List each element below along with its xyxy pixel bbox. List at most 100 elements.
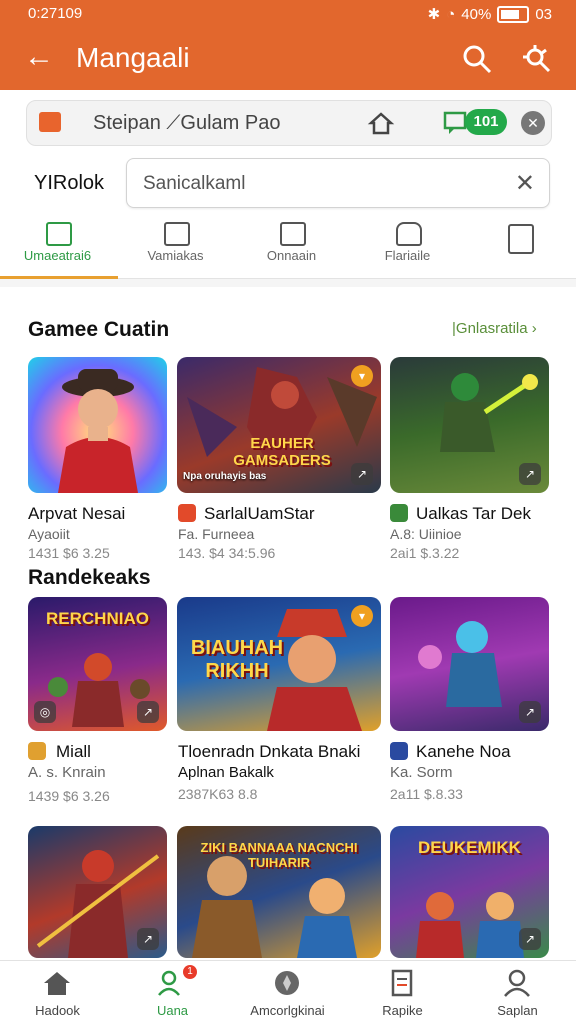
game-price: 2a11 $.8.33 — [390, 786, 463, 802]
compass-icon — [275, 971, 299, 995]
game-name[interactable]: Tloenradn Dnkata Bnaki — [178, 742, 360, 762]
status-extra: 03 — [535, 5, 552, 23]
game-developer: A. s. Knrain — [28, 764, 106, 781]
nav-games[interactable]: 1 Uana — [115, 961, 230, 1025]
home-icon[interactable] — [367, 109, 395, 137]
bottom-nav: Hadook 1 Uana Amcorlgkinai Rapike Saplan — [0, 960, 576, 1025]
game-card-6[interactable]: ↗ — [28, 826, 167, 958]
game-card-4[interactable]: BIAUHAH RIKHH ▾ — [177, 597, 381, 731]
mail-icon[interactable] — [39, 112, 61, 132]
battery-percent: 40% — [461, 5, 492, 23]
nav-label: Rapike — [382, 1003, 423, 1018]
info-icon[interactable]: ◎ — [34, 701, 56, 723]
share-icon[interactable]: ↗ — [519, 928, 541, 950]
game-card-8[interactable]: DEUKEMIKK ↗ — [390, 826, 549, 958]
filter-placeholder[interactable]: Sanicalkaml — [143, 173, 245, 195]
game-card-title-art: ZIKI BANNAAA NACNCHI TUIHARIR — [200, 840, 358, 870]
game-name[interactable]: Miall — [56, 742, 91, 762]
game-card-title-art: RERCHNIAO — [46, 609, 149, 628]
nav-home[interactable]: Hadook — [0, 961, 115, 1025]
game-card-5[interactable]: ↗ — [390, 597, 549, 731]
filter-input[interactable]: Sanicalkaml ✕ — [126, 158, 550, 208]
tab-icon — [396, 222, 422, 246]
status-icons: ✱ ◔ 40% 03 — [428, 5, 552, 23]
game-small-icon — [28, 742, 46, 760]
game-small-icon — [390, 742, 408, 760]
game-card-caption: Npa oruhayis bas — [183, 471, 267, 482]
notification-badge: 1 — [183, 965, 197, 979]
game-developer: Fa. Furneea — [178, 526, 255, 542]
game-developer: A.8: Uiinioe — [390, 526, 462, 542]
close-circle-icon[interactable]: ✕ — [521, 111, 545, 135]
app-bar: ← Mangaali — [0, 28, 576, 90]
address-text[interactable]: Steipan ⟋Gulam Pao — [93, 112, 280, 135]
tab-label: Umaeatrai6 — [23, 248, 92, 263]
share-icon[interactable]: ↗ — [351, 463, 373, 485]
game-name[interactable]: Arpvat Nesai — [28, 504, 125, 524]
wifi-icon: ◔ — [446, 5, 456, 23]
home-icon — [44, 972, 70, 995]
tab-4[interactable] — [462, 212, 576, 278]
section-title: Randekeaks — [28, 566, 151, 589]
section-title: Gamee Cuatin — [28, 318, 170, 341]
game-art — [58, 369, 138, 493]
tab-icon — [508, 224, 534, 254]
tab-3[interactable]: Flariaile — [350, 212, 465, 278]
count-pill[interactable]: 101 — [465, 109, 507, 135]
game-name[interactable]: SarlalUamStar — [204, 504, 315, 524]
game-name[interactable]: Kanehe Noa — [416, 742, 511, 762]
game-card-title-art: DEUKEMIKK — [418, 838, 521, 857]
tab-label: Onnaain — [266, 248, 317, 263]
nav-explore[interactable]: Amcorlgkinai — [230, 961, 345, 1025]
game-developer: Ka. Sorm — [390, 764, 453, 781]
game-price: 1439 $6 3.26 — [28, 788, 110, 804]
battery-icon — [497, 5, 530, 23]
section-divider — [0, 279, 576, 287]
nav-library[interactable]: Rapike — [345, 961, 460, 1025]
tab-label: Flariaile — [384, 248, 431, 263]
settings-search-icon[interactable] — [520, 42, 554, 76]
tab-label: Vamiakas — [147, 248, 204, 263]
nav-label: Saplan — [497, 1003, 538, 1018]
favorite-icon[interactable]: ▾ — [351, 605, 373, 627]
game-price: 1431 $6 3.25 — [28, 545, 110, 561]
share-icon[interactable]: ↗ — [519, 701, 541, 723]
bluetooth-icon: ✱ — [427, 6, 441, 23]
nav-profile[interactable]: Saplan — [460, 961, 575, 1025]
share-icon[interactable]: ↗ — [519, 463, 541, 485]
status-bar: 0:27109 ✱ ◔ 40% 03 — [0, 0, 576, 28]
tab-1[interactable]: Vamiakas — [118, 212, 233, 278]
game-card-2[interactable]: ↗ — [390, 357, 549, 493]
game-card-title-art: BIAUHAH RIKHH — [190, 637, 284, 682]
address-bar[interactable]: Steipan ⟋Gulam Pao 101 ✕ — [26, 100, 552, 146]
see-more-link[interactable]: |Gnlasratila › — [452, 320, 537, 337]
nav-label: Uana — [156, 1003, 189, 1018]
game-small-icon — [178, 504, 196, 522]
game-card-7[interactable]: ZIKI BANNAAA NACNCHI TUIHARIR — [177, 826, 381, 958]
share-icon[interactable]: ↗ — [137, 928, 159, 950]
game-card-0[interactable] — [28, 357, 167, 493]
game-developer: Aplnan Bakalk — [178, 764, 274, 781]
favorite-icon[interactable]: ▾ — [351, 365, 373, 387]
game-price: 143. $4 34:5.96 — [178, 545, 276, 561]
status-time: 0:27109 — [28, 5, 83, 22]
tab-0[interactable]: Umaeatrai6 — [0, 212, 118, 279]
tab-2[interactable]: Onnaain — [234, 212, 349, 278]
game-developer: Ayaoiit — [28, 526, 70, 542]
search-icon[interactable] — [460, 42, 494, 76]
game-name[interactable]: Ualkas Tar Dek — [416, 504, 531, 524]
page-title: Mangaali — [76, 42, 190, 73]
tab-icon — [280, 222, 306, 246]
game-card-3[interactable]: RERCHNIAO ◎ ↗ — [28, 597, 167, 731]
game-card-1[interactable]: EAUHER GAMSADERS Npa oruhayis bas ▾ ↗ — [177, 357, 381, 493]
document-icon — [391, 969, 413, 997]
share-icon[interactable]: ↗ — [137, 701, 159, 723]
category-tabs: Umaeatrai6 Vamiakas Onnaain Flariaile — [0, 212, 576, 279]
clear-icon[interactable]: ✕ — [515, 169, 535, 198]
game-card-title-art: EAUHER GAMSADERS — [233, 435, 331, 469]
game-price: 2ai1 $.3.22 — [390, 545, 460, 561]
nav-label: Amcorlgkinai — [250, 1003, 325, 1018]
tab-icon — [46, 222, 72, 246]
back-arrow-icon[interactable]: ← — [24, 42, 54, 72]
user-icon — [504, 969, 530, 997]
